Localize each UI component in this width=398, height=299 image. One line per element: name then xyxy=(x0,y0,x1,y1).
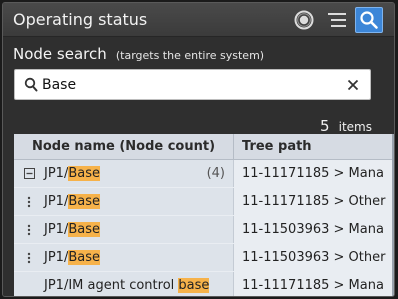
table-row[interactable]: JP1/Base (4) 11-11171185 > Mana xyxy=(14,160,394,187)
node-name-cell: JP1/Base xyxy=(14,216,234,243)
tree-path: 11-11171185 > Other xyxy=(242,194,386,209)
node-name: JP1/Base xyxy=(44,222,100,237)
result-count-unit: items xyxy=(338,120,372,134)
column-header-tree-path[interactable]: Tree path xyxy=(242,134,312,160)
heading-subtitle: (targets the entire system) xyxy=(115,49,265,62)
node-count: (4) xyxy=(206,166,225,181)
match-highlight: Base xyxy=(68,166,100,181)
result-count: 5 items xyxy=(320,116,372,135)
node-name: JP1/IM agent control base xyxy=(44,278,210,293)
search-view-button[interactable] xyxy=(355,7,383,33)
clear-search-button[interactable] xyxy=(344,76,362,94)
magnifier-icon xyxy=(24,77,38,92)
search-box[interactable] xyxy=(14,69,371,100)
match-highlight: base xyxy=(178,278,210,293)
list-icon xyxy=(328,13,346,27)
match-highlight: Base xyxy=(68,194,100,209)
node-search-area: Node search (targets the entire system) … xyxy=(3,38,394,296)
node-search-heading: Node search (targets the entire system) xyxy=(13,44,264,63)
tree-dots-icon xyxy=(23,251,35,264)
collapse-icon[interactable] xyxy=(23,167,35,180)
tree-path: 11-11503963 > Mana xyxy=(242,222,384,237)
status-view-button[interactable] xyxy=(290,7,318,33)
node-name-cell: JP1/Base (4) xyxy=(14,160,234,187)
title-bar: Operating status xyxy=(3,3,394,37)
status-icon xyxy=(294,10,314,30)
scrollbar-edge[interactable] xyxy=(392,134,394,296)
search-icon xyxy=(360,11,378,29)
match-highlight: Base xyxy=(68,222,100,237)
close-icon xyxy=(347,79,359,91)
node-name-cell: JP1/IM agent control base xyxy=(14,272,234,296)
node-name-cell: JP1/Base xyxy=(14,188,234,215)
tree-dots-icon xyxy=(23,223,35,236)
match-highlight: Base xyxy=(68,250,100,265)
node-name: JP1/Base xyxy=(44,194,100,209)
column-header-node-name[interactable]: Node name (Node count) xyxy=(14,134,234,160)
panel-title: Operating status xyxy=(13,10,148,29)
operating-status-panel: Operating status Node search (targets th… xyxy=(2,2,395,297)
node-name: JP1/Base xyxy=(44,250,100,265)
result-count-number: 5 xyxy=(319,117,330,135)
results-table: Node name (Node count) Tree path JP1/Bas… xyxy=(14,134,394,296)
tree-path: 11-11503963 > Other xyxy=(242,250,386,265)
list-view-button[interactable] xyxy=(323,7,351,33)
table-row[interactable]: JP1/Base 11-11171185 > Other xyxy=(14,188,394,215)
table-row[interactable]: JP1/Base 11-11503963 > Other xyxy=(14,244,394,271)
table-row[interactable]: JP1/Base 11-11503963 > Mana xyxy=(14,216,394,243)
table-header: Node name (Node count) Tree path xyxy=(14,134,394,160)
table-row[interactable]: JP1/IM agent control base 11-11171185 > … xyxy=(14,272,394,296)
tree-path: 11-11171185 > Mana xyxy=(242,278,384,293)
tree-path: 11-11171185 > Mana xyxy=(242,166,384,181)
node-name-cell: JP1/Base xyxy=(14,244,234,271)
heading-title: Node search xyxy=(13,45,107,63)
node-name: JP1/Base xyxy=(44,166,100,181)
search-input[interactable] xyxy=(42,75,332,95)
tree-dots-icon xyxy=(23,195,35,208)
